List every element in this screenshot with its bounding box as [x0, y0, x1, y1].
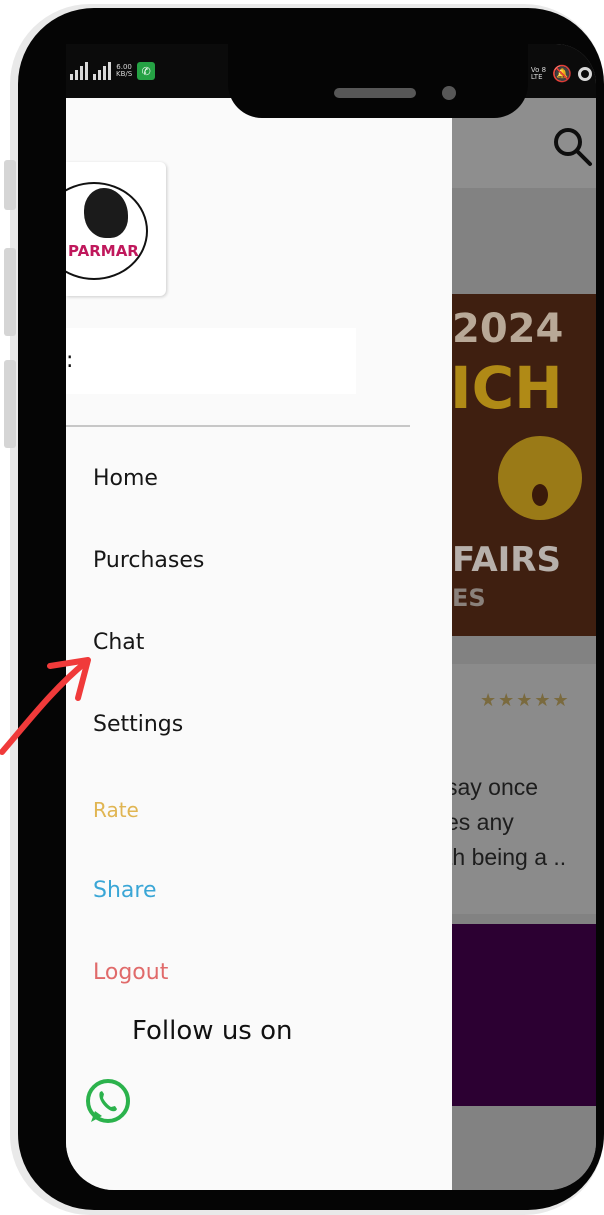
banner-headline: ICH: [450, 354, 563, 422]
navigation-drawer: ✶ PARMAR : Home Purchases Chat Settings …: [66, 98, 452, 1190]
user-name-field: [66, 328, 356, 394]
annotation-arrow-icon: [0, 657, 91, 755]
phone-body: 2024 ICH FAIRS ES ★★★★★ say once es any …: [18, 8, 604, 1210]
logo-text: PARMAR: [68, 242, 139, 260]
phone-speaker: [334, 88, 416, 98]
signal-icon: [93, 62, 111, 80]
rating-stars: ★★★★★: [480, 690, 571, 711]
banner-emoji: [498, 436, 582, 520]
menu-item-rate[interactable]: Rate: [93, 798, 139, 822]
phone-camera: [442, 86, 456, 100]
menu-item-logout[interactable]: Logout: [93, 960, 168, 985]
banner-fairs: FAIRS: [452, 540, 561, 580]
whatsapp-notification-icon: ✆: [137, 62, 156, 80]
background-snippet: say once es any th being a ..: [446, 770, 566, 875]
phone-screen: 2024 ICH FAIRS ES ★★★★★ say once es any …: [66, 44, 596, 1190]
phone-volume-up: [4, 248, 16, 336]
status-bar-left: 6.00 KB/S ✆: [70, 62, 156, 80]
phone-volume-down: [4, 360, 16, 448]
signal-icon: [70, 62, 88, 80]
follow-us-label: Follow us on: [132, 1016, 293, 1046]
menu-item-chat[interactable]: Chat: [93, 630, 144, 655]
phone-side-button: [4, 160, 16, 210]
battery-icon: [578, 66, 592, 81]
banner-year: 2024: [452, 306, 564, 352]
lion-icon: [84, 188, 128, 238]
user-name-colon: :: [66, 348, 74, 373]
lte-label: LTE: [530, 72, 543, 81]
search-icon[interactable]: [550, 124, 594, 168]
volte-indicator: Vo 8 LTE: [530, 66, 546, 81]
network-speed: 6.00 KB/S: [116, 64, 132, 78]
snippet-line: es any: [446, 809, 514, 835]
status-bar-right: Vo 8 LTE 🔕: [531, 64, 592, 83]
mute-icon: 🔕: [552, 64, 572, 83]
logo-circle: ✶ PARMAR: [66, 182, 148, 280]
whatsapp-icon[interactable]: [82, 1076, 134, 1128]
banner-es: ES: [452, 584, 486, 612]
phone-notch: [228, 44, 528, 118]
snippet-line: say once: [446, 774, 539, 800]
menu-item-purchases[interactable]: Purchases: [93, 548, 204, 573]
profile-logo[interactable]: ✶ PARMAR: [66, 162, 166, 296]
network-speed-unit: KB/S: [116, 70, 133, 78]
background-purple-block: [446, 924, 596, 1106]
menu-item-settings[interactable]: Settings: [93, 712, 183, 737]
menu-item-share[interactable]: Share: [93, 878, 157, 903]
background-card[interactable]: ★★★★★ say once es any th being a ..: [446, 664, 596, 914]
menu-item-home[interactable]: Home: [93, 466, 158, 491]
drawer-divider: [66, 425, 410, 427]
background-banner-image[interactable]: 2024 ICH FAIRS ES: [446, 294, 596, 636]
snippet-line: th being a ..: [446, 844, 567, 870]
